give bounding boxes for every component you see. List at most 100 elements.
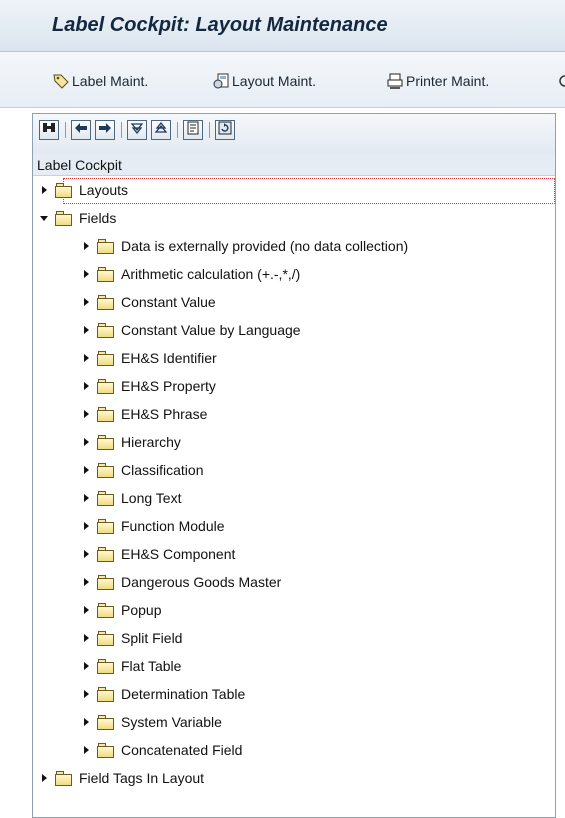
tree-field-node[interactable]: EH&S Phrase <box>33 400 555 428</box>
expand-node-icon[interactable] <box>81 381 91 391</box>
tree-field-node[interactable]: Constant Value by Language <box>33 316 555 344</box>
tree-field-node[interactable]: Split Field <box>33 624 555 652</box>
tree-panel: Label Cockpit Layouts Fields Data is exter… <box>32 113 556 818</box>
arrow-right-icon <box>97 120 113 140</box>
label-maint-label: Label Maint. <box>72 73 149 89</box>
expand-node-icon[interactable] <box>81 241 91 251</box>
overflow-icon <box>556 72 565 90</box>
tree-field-node[interactable]: Hierarchy <box>33 428 555 456</box>
folder-icon <box>55 770 73 786</box>
tree-node-label: Popup <box>121 602 162 618</box>
printer-maint-label: Printer Maint. <box>406 73 490 89</box>
layout-maint-label: Layout Maint. <box>232 73 317 89</box>
title-bar: Label Cockpit: Layout Maintenance <box>0 0 565 52</box>
expand-node-icon[interactable] <box>81 605 91 615</box>
tree-field-node[interactable]: Flat Table <box>33 652 555 680</box>
expand-node-icon[interactable] <box>81 745 91 755</box>
tree-field-node[interactable]: Arithmetic calculation (+.-,*,/) <box>33 260 555 288</box>
tree-node-label: Function Module <box>121 518 225 534</box>
tree-field-node[interactable]: EH&S Identifier <box>33 344 555 372</box>
expand-node-icon[interactable] <box>39 185 49 195</box>
expand-node-icon[interactable] <box>81 437 91 447</box>
tree-field-node[interactable]: Concatenated Field <box>33 736 555 764</box>
expand-node-icon[interactable] <box>39 773 49 783</box>
collapse-all-button[interactable] <box>151 120 171 140</box>
tree-node-label: Constant Value <box>121 294 216 310</box>
toolbar-separator <box>121 122 122 138</box>
folder-icon <box>97 714 115 730</box>
folder-icon <box>97 266 115 282</box>
folder-icon <box>97 630 115 646</box>
expand-node-icon[interactable] <box>81 717 91 727</box>
folder-icon <box>55 210 73 226</box>
printer-maint-button[interactable]: Printer Maint. <box>386 70 489 92</box>
folder-icon <box>97 686 115 702</box>
toolbar-separator <box>209 122 210 138</box>
tree-field-node[interactable]: Constant Value <box>33 288 555 316</box>
tree-folder-node[interactable]: Fields <box>33 204 555 232</box>
tree-field-node[interactable]: Function Module <box>33 512 555 540</box>
folder-icon <box>97 574 115 590</box>
expand-all-icon <box>129 120 145 140</box>
folder-icon <box>97 602 115 618</box>
tree-field-node[interactable]: Data is externally provided (no data col… <box>33 232 555 260</box>
folder-icon <box>97 546 115 562</box>
folder-icon <box>97 378 115 394</box>
expand-node-icon[interactable] <box>81 297 91 307</box>
tree-field-node[interactable]: Classification <box>33 456 555 484</box>
tree-folder-node[interactable]: Field Tags In Layout <box>33 764 555 792</box>
tree-node-label: EH&S Identifier <box>121 350 217 366</box>
tree-node-label: Arithmetic calculation (+.-,*,/) <box>121 266 301 282</box>
label-maint-button[interactable]: Label Maint. <box>52 70 148 92</box>
expand-node-icon[interactable] <box>81 325 91 335</box>
expand-node-icon[interactable] <box>81 409 91 419</box>
expand-node-icon[interactable] <box>81 549 91 559</box>
printer-icon <box>386 72 404 90</box>
label-tag-icon <box>52 72 70 90</box>
tree-toolbar <box>33 114 555 154</box>
layout-icon <box>212 72 230 90</box>
tree-node-label: Fields <box>79 210 117 226</box>
window-title: Label Cockpit: Layout Maintenance <box>52 14 388 36</box>
expand-all-button[interactable] <box>127 120 147 140</box>
tree-field-node[interactable]: Popup <box>33 596 555 624</box>
folder-icon <box>97 294 115 310</box>
collapse-node-icon[interactable] <box>39 213 49 223</box>
expand-node-icon[interactable] <box>81 661 91 671</box>
tree-field-node[interactable]: EH&S Component <box>33 540 555 568</box>
tree-node-label: Constant Value by Language <box>121 322 301 338</box>
previous-button[interactable] <box>71 120 91 140</box>
tree-folder-node[interactable]: Layouts <box>33 176 555 204</box>
tree-node-label: EH&S Component <box>121 546 236 562</box>
expand-node-icon[interactable] <box>81 633 91 643</box>
next-button[interactable] <box>95 120 115 140</box>
expand-node-icon[interactable] <box>81 493 91 503</box>
toolbar-separator <box>177 122 178 138</box>
layout-maint-button[interactable]: Layout Maint. <box>212 70 316 92</box>
expand-node-icon[interactable] <box>81 465 91 475</box>
tree-field-node[interactable]: Determination Table <box>33 680 555 708</box>
find-button[interactable] <box>39 120 59 140</box>
refresh-icon <box>217 120 233 140</box>
expand-node-icon[interactable] <box>81 269 91 279</box>
tree-node-label: Classification <box>121 462 204 478</box>
tree-node-label: Concatenated Field <box>121 742 243 758</box>
tree-field-node[interactable]: Long Text <box>33 484 555 512</box>
tree-node-label: Data is externally provided (no data col… <box>121 238 409 254</box>
folder-icon <box>97 742 115 758</box>
detail-button[interactable] <box>183 120 203 140</box>
selection-focus-outline <box>63 178 555 204</box>
folder-icon <box>97 462 115 478</box>
expand-node-icon[interactable] <box>81 353 91 363</box>
expand-node-icon[interactable] <box>81 521 91 531</box>
tree-field-node[interactable]: Dangerous Goods Master <box>33 568 555 596</box>
tree-field-node[interactable]: System Variable <box>33 708 555 736</box>
collapse-all-icon <box>153 120 169 140</box>
tree-node-label: Flat Table <box>121 658 182 674</box>
refresh-button[interactable] <box>215 120 235 140</box>
tree-node-label: EH&S Phrase <box>121 406 208 422</box>
expand-node-icon[interactable] <box>81 689 91 699</box>
expand-node-icon[interactable] <box>81 577 91 587</box>
tree-field-node[interactable]: EH&S Property <box>33 372 555 400</box>
more-toolbar-icon[interactable] <box>556 70 565 92</box>
